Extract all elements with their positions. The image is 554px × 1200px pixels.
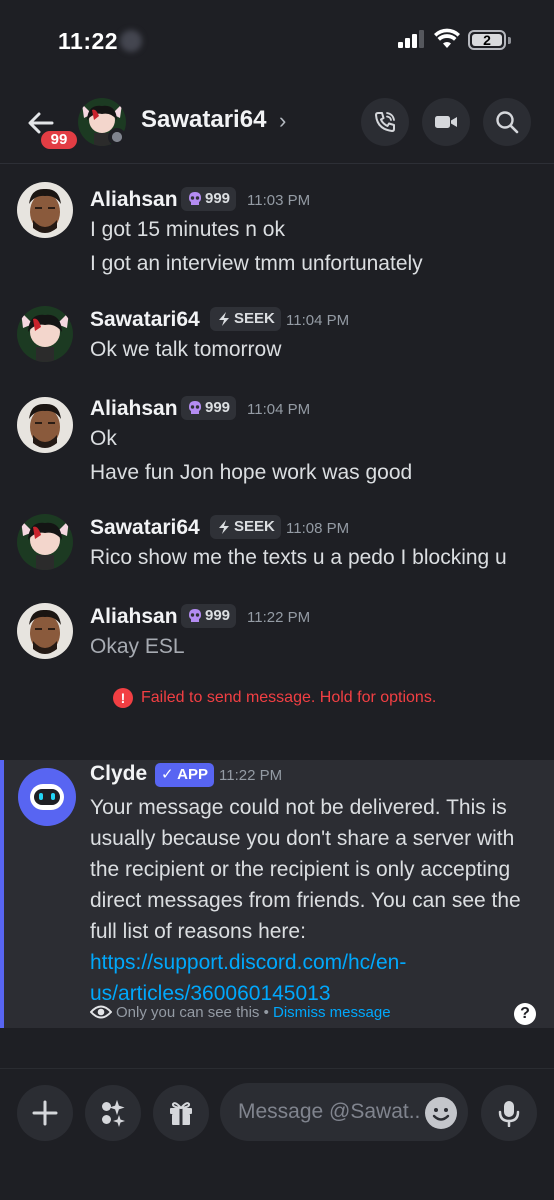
apps-sparkle-icon (102, 1099, 125, 1127)
status-time: 11:22 (58, 28, 119, 54)
message-text: Have fun Jon hope work was good (90, 461, 413, 484)
message-text: Ok we talk tomorrow (90, 338, 282, 361)
lightning-icon (219, 312, 229, 326)
message-text: Ok (90, 427, 117, 450)
user-tag-badge[interactable]: 999 (181, 604, 237, 628)
message-timestamp: 11:04 PM (247, 401, 311, 418)
tag-label: 999 (205, 190, 231, 207)
wifi-icon (434, 28, 460, 48)
chevron-right-icon[interactable]: › (279, 108, 286, 134)
gift-icon (170, 1102, 192, 1125)
message-text: I got an interview tmm unfortunately (90, 252, 423, 275)
app-tag-badge: ✓ APP (155, 763, 215, 787)
user-tag-badge[interactable]: SEEK (210, 515, 281, 539)
ephemeral-note: Only you can see this • Dismiss message (89, 1004, 391, 1021)
clyde-body: Your message could not be delivered. Thi… (90, 796, 521, 943)
robot-icon (30, 784, 64, 810)
message-author[interactable]: Sawatari64 (90, 308, 200, 332)
message-text: I got 15 minutes n ok (90, 218, 285, 241)
tag-label: 999 (205, 607, 231, 624)
battery-level: 2 (472, 33, 502, 47)
message-author[interactable]: Aliahsan (90, 397, 178, 421)
message-timestamp: 11:08 PM (286, 520, 350, 537)
skull-icon (189, 192, 201, 205)
dm-username[interactable]: Sawatari64 (141, 106, 266, 134)
phone-icon (375, 112, 395, 132)
battery-cap (508, 37, 511, 44)
message-timestamp: 11:04 PM (286, 312, 350, 329)
user-tag-badge[interactable]: SEEK (210, 307, 281, 331)
dismiss-message-link[interactable]: Dismiss message (273, 1004, 391, 1021)
unread-count-badge: 99 (38, 128, 80, 152)
clyde-message-text: Your message could not be delivered. Thi… (90, 792, 540, 1009)
status-bar: 11:22 2 (0, 0, 554, 80)
message-timestamp: 11:03 PM (247, 192, 311, 209)
video-camera-icon (435, 116, 457, 128)
voice-call-button[interactable] (361, 98, 409, 146)
search-button[interactable] (483, 98, 531, 146)
microphone-icon (498, 1101, 520, 1127)
battery-icon: 2 (468, 30, 506, 50)
offline-status-icon (108, 128, 126, 146)
voice-message-button[interactable] (481, 1085, 537, 1141)
message-author[interactable]: Clyde (90, 762, 147, 786)
tag-label: SEEK (234, 310, 275, 327)
message-text: Okay ESL (90, 635, 185, 658)
failed-send-text: Failed to send message. Hold for options… (141, 689, 437, 706)
message-author[interactable]: Sawatari64 (90, 516, 200, 540)
search-icon (496, 111, 519, 134)
tag-label: SEEK (234, 518, 275, 535)
cellular-signal-icon (398, 30, 426, 48)
dm-header: 99 Sawatari64 › (0, 80, 554, 164)
skull-icon (189, 609, 201, 622)
user-tag-badge[interactable]: 999 (181, 187, 237, 211)
separator: • (259, 1004, 274, 1021)
plus-icon (32, 1100, 58, 1126)
user-tag-badge[interactable]: 999 (181, 396, 237, 420)
blurred-icon (120, 30, 142, 52)
only-you-text: Only you can see this (116, 1004, 260, 1021)
message-text: Rico show me the texts u a pedo I blocki… (90, 546, 507, 569)
error-icon: ! (113, 688, 133, 708)
support-link[interactable]: https://support.discord.com/hc/en-us/art… (90, 951, 406, 1005)
gift-button[interactable] (153, 1085, 209, 1141)
message-timestamp: 11:22 PM (219, 767, 283, 784)
add-attachment-button[interactable] (17, 1085, 73, 1141)
user-avatar[interactable] (17, 182, 73, 238)
apps-button[interactable] (85, 1085, 141, 1141)
lightning-icon (219, 520, 229, 534)
message-composer (0, 1068, 554, 1200)
emoji-picker-icon[interactable] (425, 1097, 457, 1129)
user-avatar[interactable] (17, 397, 73, 453)
message-author[interactable]: Aliahsan (90, 605, 178, 629)
skull-icon (189, 401, 201, 414)
message-timestamp: 11:22 PM (247, 609, 311, 626)
clyde-message: Clyde ✓ APP 11:22 PM Your message could … (0, 760, 554, 1028)
user-avatar[interactable] (17, 306, 73, 362)
video-call-button[interactable] (422, 98, 470, 146)
help-icon[interactable]: ? (514, 1003, 536, 1025)
user-avatar[interactable] (17, 603, 73, 659)
eye-icon (89, 1005, 113, 1019)
clyde-avatar[interactable] (18, 768, 76, 826)
tag-label: 999 (205, 399, 231, 416)
user-avatar[interactable] (17, 514, 73, 570)
message-author[interactable]: Aliahsan (90, 188, 178, 212)
